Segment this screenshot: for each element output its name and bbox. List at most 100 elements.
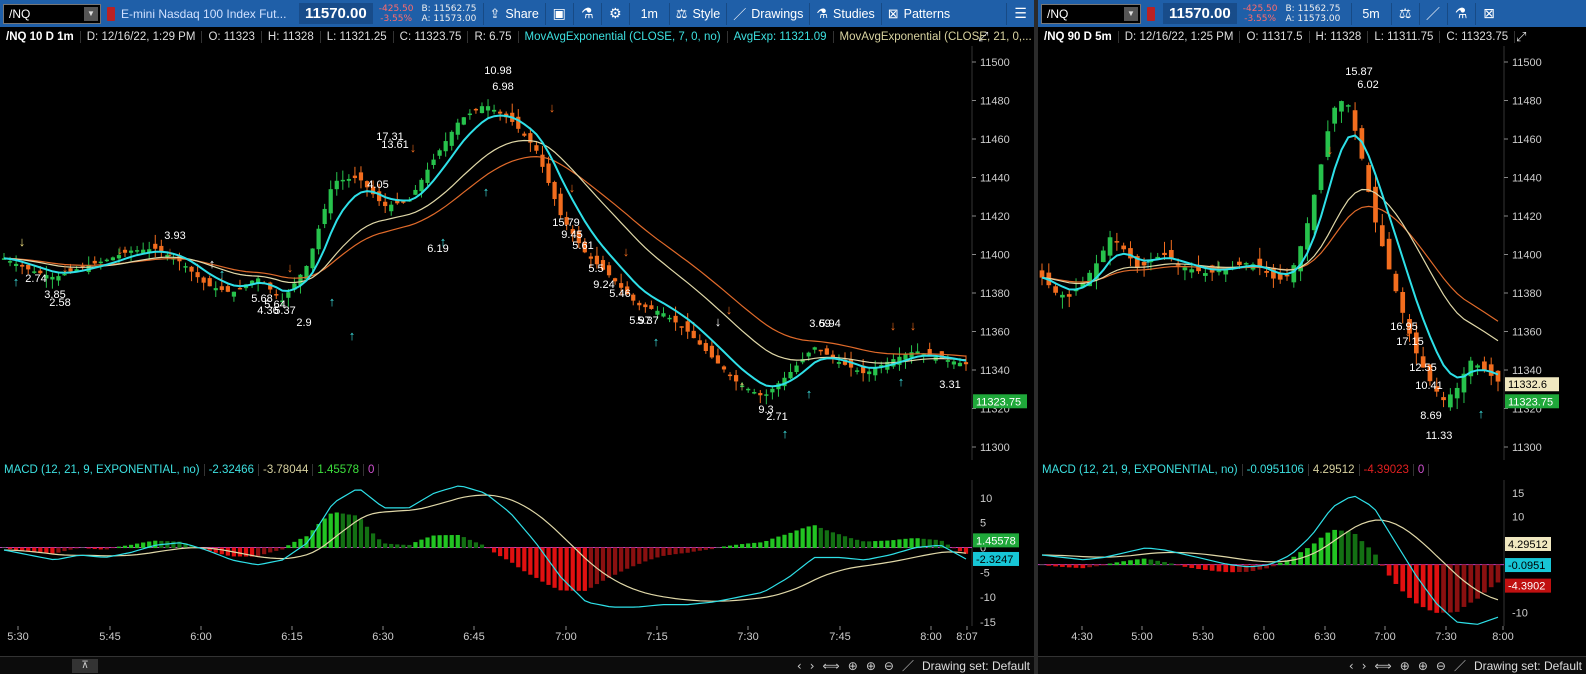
macd-hist-bar — [824, 530, 829, 549]
draw-tool-icon[interactable]: ⤢ — [1516, 30, 1532, 45]
signal-arrow-icon: ↑ — [898, 374, 905, 389]
flask-icon[interactable]: ⚗ — [1446, 2, 1475, 25]
candle-body — [334, 180, 339, 190]
macd-hist-bar — [1407, 564, 1412, 598]
left-macd-chart[interactable]: 1050-5-10-151.45578-2.3247 — [0, 480, 1034, 626]
ema7-study-label[interactable]: MovAvgExponential (CLOSE, 7, 0, no) — [519, 31, 728, 43]
macd-study-label[interactable]: MACD (12, 21, 9, EXPONENTIAL, no) — [1038, 464, 1243, 476]
candle-body — [7, 261, 13, 263]
zoom-in-icon[interactable]: ⊕ — [1414, 659, 1432, 673]
candle-body — [709, 345, 714, 358]
chevron-down-icon[interactable]: ▼ — [84, 6, 98, 21]
pencil-icon[interactable]: ／ — [1418, 2, 1447, 25]
candle-body — [20, 264, 25, 267]
candle-body — [467, 113, 472, 116]
left-time-axis: 5:30 5:45 6:00 6:15 6:30 6:45 7:00 7:15 7:30 7:45… — [7, 626, 978, 643]
gear-icon[interactable]: ⚙ — [600, 2, 629, 25]
chevron-down-icon[interactable]: ▼ — [1124, 6, 1138, 21]
share-button[interactable]: ⇪ Share — [482, 2, 545, 25]
macd-hist-bar — [546, 547, 551, 585]
menu-icon[interactable]: ☰ — [1006, 2, 1034, 25]
drawings-button[interactable]: ／ Drawings — [726, 2, 809, 25]
macd-hist-bar — [848, 538, 854, 549]
interval-button[interactable]: 1m — [628, 2, 669, 25]
macd-hist-bar — [262, 547, 267, 555]
candle-body — [909, 352, 914, 358]
macd-study-label[interactable]: MACD (12, 21, 9, EXPONENTIAL, no) — [0, 464, 205, 476]
signal-arrow-icon: ↓ — [890, 318, 897, 333]
macd-hist-bar — [612, 547, 618, 575]
expand-icon[interactable]: ⟺ — [819, 659, 844, 673]
candle-body — [322, 208, 327, 225]
patterns-icon[interactable]: ⊠ — [1474, 2, 1503, 25]
candle-body — [56, 276, 61, 281]
right-scroll-bar[interactable]: ‹ › ⟺ ⊕ ⊕ ⊖ ／ Drawing set: Default — [1038, 656, 1586, 674]
macd-hist-bar — [1400, 564, 1406, 592]
macd-hist-bar — [933, 539, 938, 549]
symbol-input[interactable]: /NQ ▼ — [3, 3, 101, 24]
macd-hist-bar — [110, 547, 116, 549]
screenshot-icon[interactable]: ▣ — [544, 2, 573, 25]
right-chart-pane[interactable]: /NQ ▼ 11570.00 -425.50 -3.55% B: 11562.7… — [1038, 0, 1586, 674]
style-icon[interactable]: ⚖ — [1390, 2, 1419, 25]
scroll-thumb[interactable]: ⊼ — [72, 658, 98, 673]
macd-hist-bar — [1141, 558, 1147, 566]
price-tick-label: 11500 — [1512, 57, 1542, 69]
scroll-right-icon[interactable]: › — [806, 659, 819, 673]
flask-icon[interactable]: ⚗ — [572, 2, 601, 25]
crosshair-icon[interactable]: ⊕ — [844, 659, 862, 673]
time-tick-label: 5:45 — [99, 631, 120, 643]
candle-body — [135, 250, 140, 252]
candle-body — [1114, 241, 1120, 243]
patterns-button[interactable]: ⊠ Patterns — [880, 2, 956, 25]
candle-body — [122, 249, 128, 253]
candle-body — [727, 374, 733, 377]
drawing-set-label[interactable]: Drawing set: Default — [918, 659, 1034, 673]
flag-icon[interactable] — [1147, 6, 1155, 21]
scroll-left-icon[interactable]: ‹ — [1345, 659, 1358, 673]
symbol-input[interactable]: /NQ ▼ — [1041, 3, 1141, 24]
zoom-out-icon[interactable]: ⊖ — [1432, 659, 1450, 673]
draw-tool-icon[interactable]: ⤢ — [978, 30, 994, 45]
studies-button[interactable]: ⚗ Studies — [809, 2, 880, 25]
macd-hist-bar — [237, 547, 243, 557]
macd-tag-label: -4.3902 — [1508, 581, 1545, 593]
interval-button[interactable]: 5m — [1350, 2, 1391, 25]
pencil-icon[interactable]: ／ — [898, 657, 918, 674]
drawing-set-label[interactable]: Drawing set: Default — [1470, 659, 1586, 673]
expand-icon[interactable]: ⟺ — [1371, 659, 1396, 673]
right-price-chart[interactable]: 11500 11480 11460 11440 11420 11400 11380 11360… — [1038, 46, 1586, 460]
candle-body — [1318, 164, 1324, 190]
time-tick-label: 7:30 — [1435, 631, 1456, 643]
macd-hist-bar — [455, 534, 460, 549]
price-tick-label: 11360 — [1512, 327, 1542, 339]
ema21-study-label[interactable]: MovAvgExponential (CLOSE, 21, 0,... — [834, 31, 1035, 43]
price-tick-label: 11340 — [980, 365, 1010, 377]
zoom-out-icon[interactable]: ⊖ — [880, 659, 898, 673]
candle-body — [1066, 294, 1072, 297]
right-macd-chart[interactable]: 151050-5-104.29512-0.0951-4.3902 — [1038, 480, 1586, 626]
candle-body — [546, 163, 551, 183]
macd-tick-label: -15 — [980, 617, 996, 626]
crosshair-icon[interactable]: ⊕ — [1396, 659, 1414, 673]
scroll-right-icon[interactable]: › — [1358, 659, 1371, 673]
zoom-in-icon[interactable]: ⊕ — [862, 659, 880, 673]
patterns-label: Patterns — [903, 6, 951, 21]
candle-body — [552, 181, 557, 200]
left-chart-pane[interactable]: /NQ ▼ E-mini Nasdaq 100 Index Fut... 115… — [0, 0, 1034, 674]
left-price-chart[interactable]: 11500 11480 11460 11440 11420 11400 11380 11360… — [0, 46, 1034, 460]
macd-hist-bar — [655, 547, 660, 558]
time-tick-label: 6:45 — [463, 631, 484, 643]
flag-icon[interactable] — [107, 6, 115, 21]
symbol-text: /NQ — [9, 6, 31, 21]
candle-body — [1271, 267, 1276, 279]
macd-hist-bar — [1345, 531, 1351, 566]
pencil-icon[interactable]: ／ — [1450, 657, 1470, 674]
candle-body — [1264, 271, 1269, 273]
macd-hist-bar — [528, 547, 533, 575]
style-button[interactable]: ⚖ Style — [668, 2, 726, 25]
candle-body — [389, 204, 394, 212]
scroll-left-icon[interactable]: ‹ — [793, 659, 806, 673]
macd-hist-bar — [1250, 564, 1256, 572]
left-scroll-bar[interactable]: ⊼ ‹ › ⟺ ⊕ ⊕ ⊖ ／ Drawing set: Default — [0, 656, 1034, 674]
